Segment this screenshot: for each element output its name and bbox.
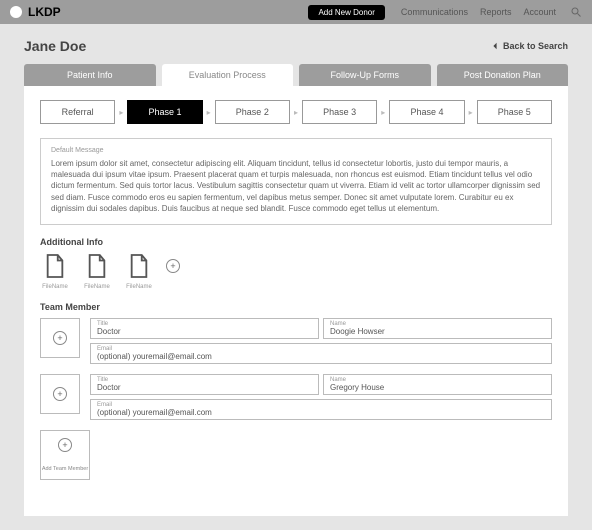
topbar: LKDP Add New Donor Communications Report… xyxy=(0,0,592,24)
nav-account[interactable]: Account xyxy=(523,7,556,17)
chevron-right-icon xyxy=(379,107,387,117)
plus-icon: + xyxy=(53,387,67,401)
file-item[interactable]: FileName xyxy=(124,253,154,290)
name-field[interactable]: Name Doogie Howser xyxy=(323,318,552,339)
logo-icon xyxy=(10,6,22,18)
phase-1[interactable]: Phase 1 xyxy=(127,100,202,124)
tab-follow-up-forms[interactable]: Follow-Up Forms xyxy=(299,64,431,86)
phase-2[interactable]: Phase 2 xyxy=(215,100,290,124)
tab-patient-info[interactable]: Patient Info xyxy=(24,64,156,86)
tab-post-donation-plan[interactable]: Post Donation Plan xyxy=(437,64,569,86)
chevron-left-icon xyxy=(491,42,499,50)
additional-info-title: Additional Info xyxy=(40,237,552,247)
phase-stepper: Referral Phase 1 Phase 2 Phase 3 Phase 4… xyxy=(40,100,552,124)
page-title: Jane Doe xyxy=(24,38,86,54)
title-value: Doctor xyxy=(97,383,312,392)
email-placeholder: (optional) youremail@email.com xyxy=(97,408,545,417)
title-value: Doctor xyxy=(97,327,312,336)
file-icon xyxy=(86,253,108,279)
chevron-right-icon xyxy=(292,107,300,117)
email-placeholder: (optional) youremail@email.com xyxy=(97,352,545,361)
nav-communications[interactable]: Communications xyxy=(401,7,468,17)
file-list: FileName FileName FileName + xyxy=(40,253,552,290)
email-field[interactable]: Email (optional) youremail@email.com xyxy=(90,343,552,364)
email-field[interactable]: Email (optional) youremail@email.com xyxy=(90,399,552,420)
tabs: Patient Info Evaluation Process Follow-U… xyxy=(24,64,568,86)
logo-text: LKDP xyxy=(28,5,61,19)
file-item[interactable]: FileName xyxy=(82,253,112,290)
chevron-right-icon xyxy=(467,107,475,117)
phase-5[interactable]: Phase 5 xyxy=(477,100,552,124)
default-message-box: Default Message Lorem ipsum dolor sit am… xyxy=(40,138,552,225)
add-file-button[interactable]: + xyxy=(166,259,180,273)
name-value: Doogie Howser xyxy=(330,327,545,336)
search-icon[interactable] xyxy=(570,6,582,18)
default-message-label: Default Message xyxy=(51,147,541,154)
add-donor-button[interactable]: Add New Donor xyxy=(308,5,384,20)
nav-reports[interactable]: Reports xyxy=(480,7,512,17)
avatar-placeholder[interactable]: + xyxy=(40,318,80,358)
add-team-member-label: Add Team Member xyxy=(42,466,88,472)
file-name: FileName xyxy=(40,284,70,290)
name-value: Gregory House xyxy=(330,383,545,392)
phase-3[interactable]: Phase 3 xyxy=(302,100,377,124)
plus-icon: + xyxy=(170,261,175,271)
back-to-search-link[interactable]: Back to Search xyxy=(491,41,568,51)
team-member-row: + Title Doctor Name Gregory House Email … xyxy=(40,374,552,420)
add-team-member-button[interactable]: + Add Team Member xyxy=(40,430,90,480)
file-icon xyxy=(44,253,66,279)
default-message-text: Lorem ipsum dolor sit amet, consectetur … xyxy=(51,158,541,214)
name-field[interactable]: Name Gregory House xyxy=(323,374,552,395)
plus-icon: + xyxy=(58,438,72,452)
phase-4[interactable]: Phase 4 xyxy=(389,100,464,124)
chevron-right-icon xyxy=(117,107,125,117)
back-label: Back to Search xyxy=(503,41,568,51)
card: Referral Phase 1 Phase 2 Phase 3 Phase 4… xyxy=(24,86,568,516)
plus-icon: + xyxy=(53,331,67,345)
file-icon xyxy=(128,253,150,279)
title-field[interactable]: Title Doctor xyxy=(90,374,319,395)
team-member-row: + Title Doctor Name Doogie Howser Email … xyxy=(40,318,552,364)
tab-evaluation-process[interactable]: Evaluation Process xyxy=(162,64,294,86)
file-name: FileName xyxy=(124,284,154,290)
file-item[interactable]: FileName xyxy=(40,253,70,290)
title-field[interactable]: Title Doctor xyxy=(90,318,319,339)
file-name: FileName xyxy=(82,284,112,290)
team-member-title: Team Member xyxy=(40,302,552,312)
phase-referral[interactable]: Referral xyxy=(40,100,115,124)
chevron-right-icon xyxy=(205,107,213,117)
avatar-placeholder[interactable]: + xyxy=(40,374,80,414)
